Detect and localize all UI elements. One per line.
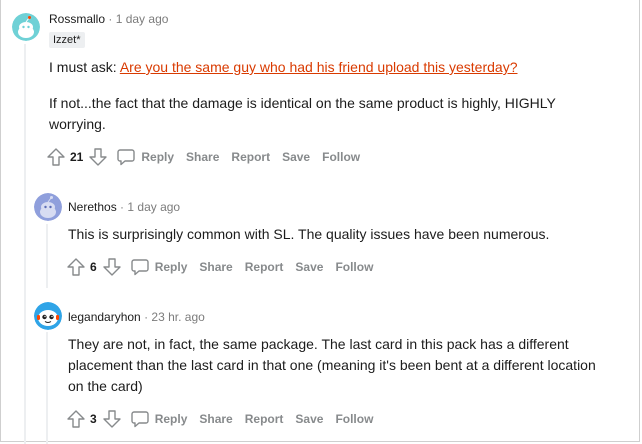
report-button[interactable]: Report	[231, 150, 270, 164]
comment-paragraph: I must ask: Are you the same guy who had…	[49, 57, 609, 78]
meta-separator: ·	[144, 310, 149, 324]
upvote-arrow-icon[interactable]	[66, 257, 86, 277]
comment-paragraph: If not...the fact that the damage is ide…	[49, 95, 556, 132]
follow-button[interactable]: Follow	[322, 150, 360, 164]
reply-label: Reply	[154, 260, 188, 274]
comment-timestamp[interactable]: 1 day ago	[116, 12, 169, 26]
snoo-avatar-icon[interactable]	[12, 13, 40, 41]
reply-label: Reply	[141, 150, 175, 164]
comment-meta: Rossmallo · 1 day ago	[49, 11, 168, 27]
downvote-arrow-icon[interactable]	[102, 257, 122, 277]
thread-line-reply-2[interactable]	[46, 332, 48, 444]
comment-action-bar: 3 Reply Share Report Save Follow	[66, 407, 373, 431]
meta-separator: ·	[108, 12, 113, 26]
report-button[interactable]: Report	[245, 260, 284, 274]
comment-meta: legandaryhon · 23 hr. ago	[68, 309, 205, 325]
vote-score: 6	[90, 260, 97, 274]
reply-button[interactable]: Reply	[130, 257, 188, 277]
comment-bubble-icon	[130, 257, 150, 277]
comment-timestamp[interactable]: 1 day ago	[127, 200, 180, 214]
upvote-arrow-icon[interactable]	[46, 147, 66, 167]
comment-action-bar: 6 Reply Share Report Save Follow	[66, 255, 373, 279]
share-button[interactable]: Share	[199, 260, 232, 274]
comment-meta: Nerethos · 1 day ago	[68, 199, 180, 215]
reply-button[interactable]: Reply	[130, 409, 188, 429]
comment-timestamp[interactable]: 23 hr. ago	[151, 310, 204, 324]
share-button[interactable]: Share	[199, 412, 232, 426]
share-button[interactable]: Share	[186, 150, 219, 164]
vote-score: 21	[70, 150, 84, 164]
follow-button[interactable]: Follow	[335, 260, 373, 274]
downvote-arrow-icon[interactable]	[88, 147, 108, 167]
reply-label: Reply	[154, 412, 188, 426]
comment-body: This is surprisingly common with SL. The…	[68, 226, 550, 242]
report-button[interactable]: Report	[245, 412, 284, 426]
external-link[interactable]: Are you the same guy who had his friend …	[120, 59, 518, 75]
vote-score: 3	[90, 412, 97, 426]
comment-body: They are not, in fact, the same package.…	[68, 336, 596, 394]
save-button[interactable]: Save	[295, 412, 323, 426]
user-flair: Izzet*	[49, 32, 85, 48]
save-button[interactable]: Save	[282, 150, 310, 164]
comment-action-bar: 21 Reply Share Report Save Follow	[46, 145, 360, 169]
thread-line-root[interactable]	[24, 44, 26, 444]
meta-separator: ·	[120, 200, 125, 214]
comment-bubble-icon	[130, 409, 150, 429]
save-button[interactable]: Save	[295, 260, 323, 274]
author-name[interactable]: Rossmallo	[49, 12, 105, 26]
follow-button[interactable]: Follow	[335, 412, 373, 426]
snoo-avatar-icon[interactable]	[34, 302, 62, 330]
comment-body: I must ask: Are you the same guy who had…	[49, 57, 609, 135]
body-prefix: I must ask:	[49, 59, 120, 75]
downvote-arrow-icon[interactable]	[102, 409, 122, 429]
reply-button[interactable]: Reply	[116, 147, 174, 167]
thread-line-reply[interactable]	[46, 224, 48, 288]
author-name[interactable]: legandaryhon	[68, 310, 141, 324]
author-name[interactable]: Nerethos	[68, 200, 117, 214]
snoo-avatar-icon[interactable]	[34, 193, 62, 221]
upvote-arrow-icon[interactable]	[66, 409, 86, 429]
comment-bubble-icon	[116, 147, 136, 167]
